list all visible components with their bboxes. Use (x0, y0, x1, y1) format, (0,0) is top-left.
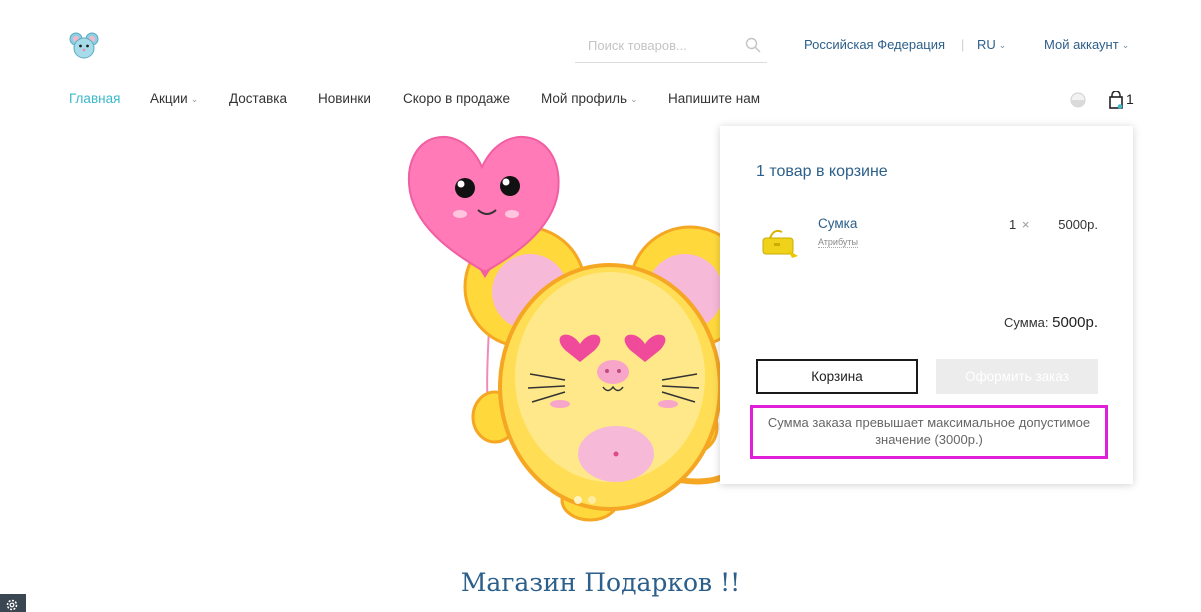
nav-item-profile[interactable]: Мой профиль ⌄ (541, 91, 638, 106)
order-limit-warning: Сумма заказа превышает максимальное допу… (750, 405, 1108, 459)
cart-popup: 1 товар в корзине Сумка Атрибуты 1 × 500… (720, 126, 1133, 484)
chevron-down-icon: ⌄ (998, 40, 1007, 50)
cart-icon[interactable] (1108, 91, 1124, 109)
cart-count[interactable]: 1 (1126, 91, 1134, 107)
search-box[interactable]: Поиск товаров... (575, 29, 767, 63)
times-sign: × (1021, 217, 1030, 232)
cart-item-name[interactable]: Сумка (818, 216, 857, 231)
cart-item-quantity: 1 × (1009, 217, 1029, 232)
cart-item-price: 5000р. (1058, 217, 1098, 232)
checkout-button[interactable]: Оформить заказ (936, 359, 1098, 394)
language-selector[interactable]: RU ⌄ (977, 37, 1006, 52)
search-icon[interactable] (745, 37, 761, 53)
bag-thumbnail-icon[interactable] (760, 226, 802, 264)
header-separator: | (961, 37, 965, 52)
nav-item-contact[interactable]: Напишите нам (668, 91, 760, 106)
nav-item-label: Мой профиль (541, 91, 628, 106)
nav-item-home[interactable]: Главная (69, 91, 120, 106)
cart-popup-title: 1 товар в корзине (756, 163, 888, 180)
nav-item-label: Акции (150, 91, 188, 106)
nav-item-coming-soon[interactable]: Скоро в продаже (403, 91, 510, 106)
cart-item-attributes-link[interactable]: Атрибуты (818, 237, 859, 248)
hero-banner-mouse-illustration (407, 135, 730, 522)
logo-mouse-icon[interactable] (69, 30, 99, 60)
cart-sum-value: 5000р. (1052, 314, 1098, 331)
nav-item-promotions[interactable]: Акции ⌄ (150, 91, 198, 106)
compare-icon[interactable] (1070, 92, 1086, 108)
account-label: Мой аккаунт (1044, 37, 1119, 52)
gear-icon (6, 599, 18, 611)
nav-item-new[interactable]: Новинки (318, 91, 371, 106)
account-menu[interactable]: Мой аккаунт ⌄ (1044, 37, 1129, 52)
chevron-down-icon: ⌄ (1121, 40, 1130, 50)
cart-sum: Сумма: 5000р. (1004, 314, 1098, 331)
chevron-down-icon: ⌄ (190, 94, 199, 104)
cart-button[interactable]: Корзина (756, 359, 918, 394)
quantity-value: 1 (1009, 217, 1017, 232)
search-input[interactable]: Поиск товаров... (588, 38, 687, 53)
settings-button[interactable] (0, 594, 26, 612)
store-title: Магазин Подарков !! (460, 568, 741, 597)
country-selector[interactable]: Российская Федерация (804, 37, 945, 52)
nav-item-delivery[interactable]: Доставка (229, 91, 287, 106)
language-label: RU (977, 37, 996, 52)
chevron-down-icon: ⌄ (630, 94, 638, 104)
cart-sum-label: Сумма: (1004, 315, 1049, 330)
